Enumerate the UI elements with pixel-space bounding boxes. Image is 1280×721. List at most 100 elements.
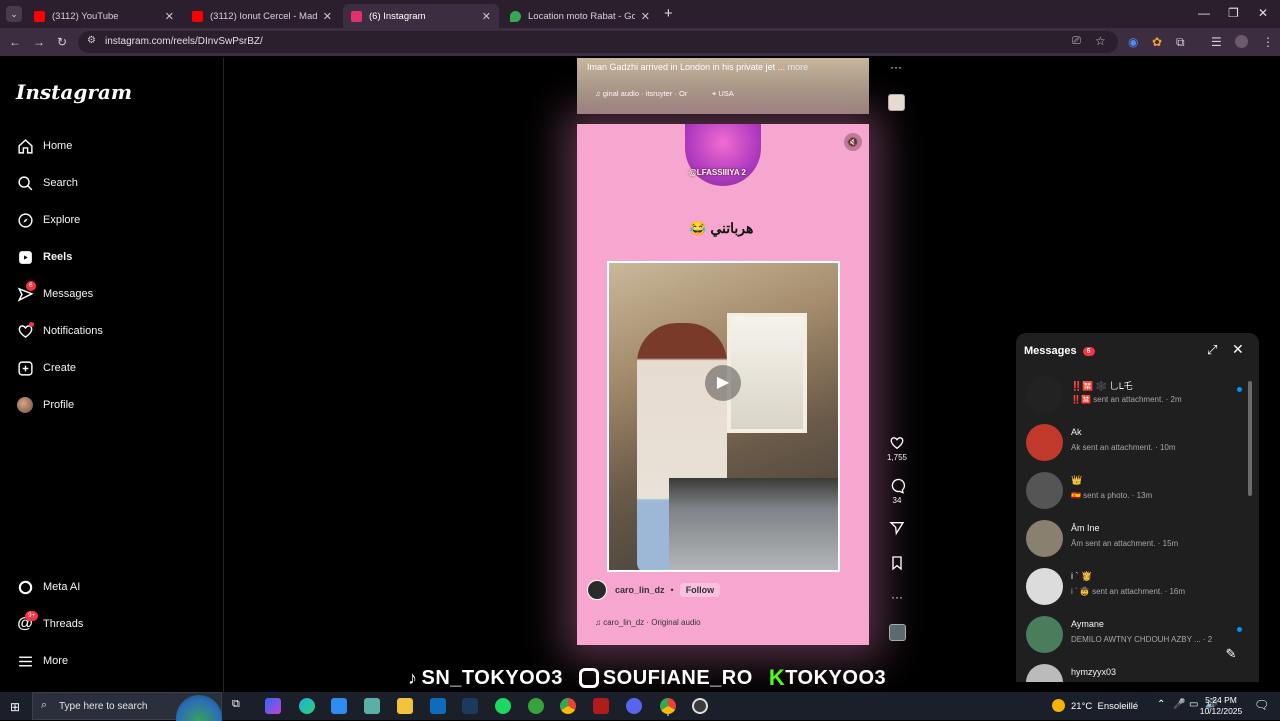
- app-icon[interactable]: [364, 698, 380, 714]
- sidebar-item-more[interactable]: More: [16, 652, 68, 670]
- reel-audio[interactable]: ♫ ginal audio · itsruyter · Or: [595, 89, 687, 98]
- previous-reel[interactable]: Iman Gadzhi arrived in London in his pri…: [577, 58, 869, 114]
- tab-search-button[interactable]: ⌄: [6, 6, 22, 22]
- close-window-icon[interactable]: ✕: [1258, 6, 1268, 20]
- sidebar-item-home[interactable]: Home: [16, 137, 72, 155]
- share-button[interactable]: [886, 520, 908, 538]
- outlook-icon[interactable]: [430, 698, 446, 714]
- chrome-icon[interactable]: [660, 698, 676, 714]
- task-view-icon[interactable]: ⧉: [232, 698, 248, 714]
- messages-scrollbar[interactable]: [1248, 381, 1252, 496]
- audio-thumbnail[interactable]: [886, 624, 908, 643]
- upwork-icon[interactable]: [528, 698, 544, 714]
- message-thread[interactable]: ‼️🈲 🕸️ 乚ᒪ乇 ‼️🈲 sent an attachment. · 2m: [1026, 373, 1246, 417]
- cast-icon[interactable]: ⎚: [1072, 35, 1081, 48]
- spotify-icon[interactable]: [495, 698, 511, 714]
- microsoft-store-icon[interactable]: [331, 698, 347, 714]
- close-icon[interactable]: ✕: [1232, 341, 1244, 358]
- restore-icon[interactable]: ❐: [1228, 6, 1239, 20]
- clock[interactable]: 5:24 PM 10/12/2025: [1198, 695, 1244, 717]
- message-thread[interactable]: Ām Ine Ām sent an attachment. · 15m: [1026, 517, 1246, 561]
- sidebar-item-messages[interactable]: 6 Messages: [16, 281, 93, 303]
- microphone-icon[interactable]: 🎤: [1173, 699, 1185, 710]
- compose-icon[interactable]: ✎: [1219, 642, 1243, 666]
- profile-avatar[interactable]: [1235, 35, 1248, 48]
- new-tab-button[interactable]: +: [664, 5, 673, 22]
- message-thread[interactable]: hymzyyx03: [1026, 661, 1246, 682]
- embedded-video[interactable]: ▶: [607, 261, 840, 572]
- avatar[interactable]: [1026, 376, 1063, 413]
- instagram-logo[interactable]: Instagram: [16, 80, 132, 104]
- sidebar-item-profile[interactable]: Profile: [16, 396, 74, 414]
- extension-icon[interactable]: ◉: [1128, 35, 1138, 49]
- avatar[interactable]: [1026, 568, 1063, 605]
- sidebar-item-threads[interactable]: @ 9+ Threads: [16, 611, 83, 633]
- avatar[interactable]: [1026, 520, 1063, 557]
- mute-icon[interactable]: 🔇: [844, 133, 862, 151]
- tab-youtube[interactable]: (3112) YouTube ✕: [26, 4, 182, 28]
- more-options-icon[interactable]: ···: [886, 590, 908, 604]
- extensions-puzzle-icon[interactable]: ⧉: [1176, 35, 1185, 50]
- reel-author[interactable]: caro_lin_dz • Follow: [587, 580, 721, 600]
- message-thread[interactable]: 👑 🇪🇸 sent a photo. · 13m: [1026, 469, 1246, 513]
- edge-icon[interactable]: [299, 698, 315, 714]
- audio-thumbnail[interactable]: [888, 94, 905, 111]
- steam-icon[interactable]: [462, 698, 478, 714]
- minimize-icon[interactable]: —: [1198, 6, 1210, 20]
- notification-center-icon[interactable]: 🗨: [1254, 698, 1269, 712]
- save-button[interactable]: [886, 555, 908, 573]
- thread-preview: ‼️🈲 sent an attachment. · 2m: [1071, 395, 1182, 404]
- weather-text[interactable]: 21°C Ensoleillé: [1071, 701, 1138, 712]
- sidebar-item-reels[interactable]: Reels: [16, 248, 72, 266]
- expand-icon[interactable]: ⤢: [1207, 342, 1217, 358]
- close-icon[interactable]: ✕: [323, 10, 332, 23]
- avatar[interactable]: [1026, 664, 1063, 682]
- more-options-icon[interactable]: ···: [890, 60, 902, 74]
- taskbar-search[interactable]: ⌕ Type here to search: [32, 692, 222, 721]
- more-link[interactable]: more: [788, 62, 809, 72]
- tab-instagram[interactable]: (6) Instagram ✕: [343, 4, 499, 28]
- file-explorer-icon[interactable]: [397, 698, 413, 714]
- bookmark-star-icon[interactable]: ☆: [1095, 34, 1106, 48]
- tab-youtube-2[interactable]: (3112) Ionut Cercel - Made in R ✕: [184, 4, 340, 28]
- sidebar-item-notifications[interactable]: Notifications: [16, 322, 103, 340]
- avatar[interactable]: [1026, 472, 1063, 509]
- follow-button[interactable]: Follow: [679, 583, 721, 597]
- discord-icon[interactable]: [626, 698, 642, 714]
- chevron-up-icon[interactable]: ⌃: [1157, 699, 1165, 710]
- windows-start-icon[interactable]: ⊞: [10, 700, 20, 714]
- sidebar-item-create[interactable]: Create: [16, 359, 76, 377]
- avatar[interactable]: [1026, 424, 1063, 461]
- like-button[interactable]: 1,755: [886, 435, 908, 462]
- chrome-icon[interactable]: [560, 698, 576, 714]
- play-icon[interactable]: ▶: [705, 365, 741, 401]
- sidebar-item-explore[interactable]: Explore: [16, 211, 80, 229]
- reload-icon[interactable]: ↻: [57, 35, 67, 49]
- sidebar-item-search[interactable]: Search: [16, 174, 78, 192]
- reel-location[interactable]: ⌖ USA: [712, 89, 734, 99]
- app-icon[interactable]: [593, 698, 609, 714]
- sidebar-item-meta-ai[interactable]: Meta AI: [16, 578, 80, 596]
- close-icon[interactable]: ✕: [165, 10, 174, 23]
- forward-icon[interactable]: →: [33, 35, 45, 49]
- close-icon[interactable]: ✕: [482, 10, 491, 23]
- site-info-icon[interactable]: ⚙: [87, 35, 96, 46]
- tab-google-maps[interactable]: Location moto Rabat - Google ✕: [502, 4, 658, 28]
- messages-badge: 6: [1082, 346, 1095, 356]
- address-bar[interactable]: ⚙ instagram.com/reels/DInvSwPsrBZ/ ⎚ ☆: [78, 31, 1118, 53]
- avatar[interactable]: [1026, 616, 1063, 653]
- comment-button[interactable]: 34: [886, 478, 908, 505]
- copilot-icon[interactable]: [265, 698, 281, 714]
- back-icon[interactable]: ←: [9, 35, 21, 49]
- menu-icon[interactable]: ⋮: [1262, 35, 1274, 49]
- obs-icon[interactable]: [692, 698, 708, 714]
- close-icon[interactable]: ✕: [641, 10, 650, 23]
- author-name[interactable]: caro_lin_dz: [615, 585, 665, 595]
- message-thread[interactable]: i ` 👸 i ` 🤠 sent an attachment. · 16m: [1026, 565, 1246, 609]
- message-thread[interactable]: Aymane DEMILO AWTNY CHDOUH AZBY ... · 2: [1026, 613, 1246, 657]
- author-avatar[interactable]: [587, 580, 607, 600]
- extension-icon[interactable]: ✿: [1152, 35, 1162, 49]
- reading-list-icon[interactable]: ☰: [1211, 35, 1222, 49]
- message-thread[interactable]: Ak Ak sent an attachment. · 10m: [1026, 421, 1246, 465]
- reel-audio[interactable]: ♫ caro_lin_dz · Original audio: [595, 618, 701, 627]
